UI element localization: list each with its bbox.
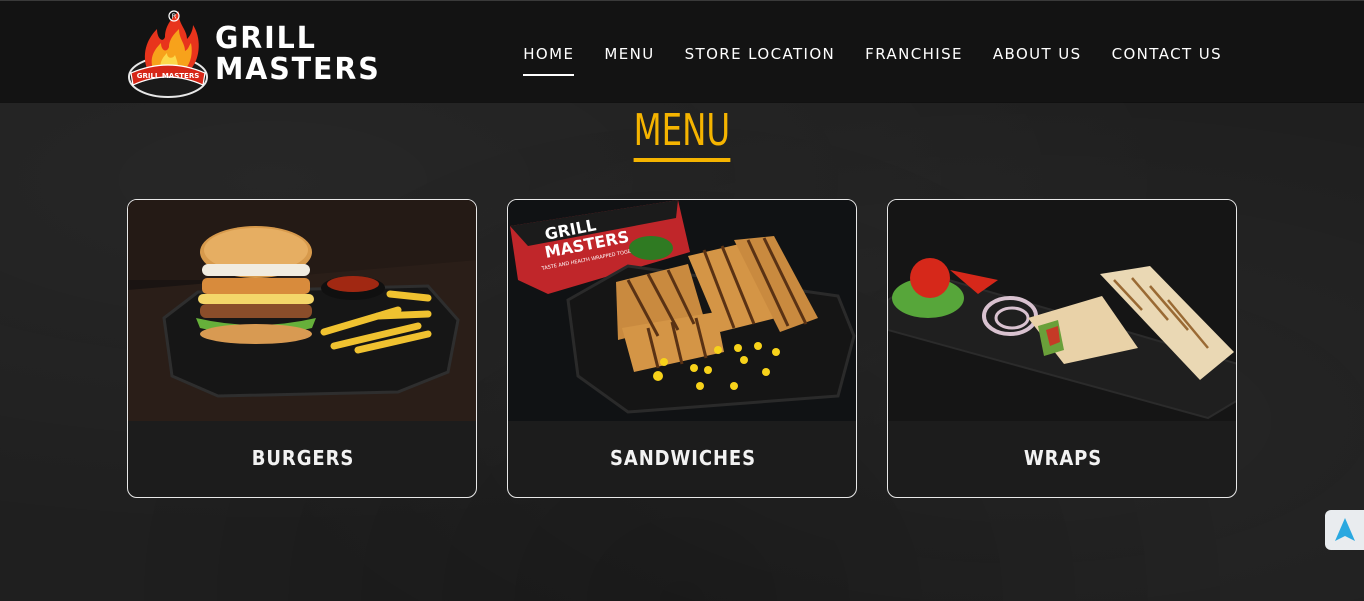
emblem-text: GRILL MASTERS [137, 72, 200, 80]
flame-logo-icon: GRILL MASTERS R [128, 10, 208, 98]
nav-franchise[interactable]: FRANCHISE [865, 45, 963, 75]
sandwich-image: GRILL MASTERS TASTE AND HEALTH WRAPPED T… [508, 200, 856, 421]
scroll-top-button[interactable] [1325, 510, 1364, 550]
main-nav: HOME MENU STORE LOCATION FRANCHISE ABOUT… [493, 45, 1222, 76]
brand-name-line1: GRILL [215, 21, 317, 56]
section-title: MENU [0, 106, 1364, 162]
menu-card-label: BURGERS [251, 446, 355, 470]
menu-card-sandwiches[interactable]: GRILL MASTERS TASTE AND HEALTH WRAPPED T… [507, 199, 857, 498]
reg-mark: R [172, 13, 177, 21]
nav-home[interactable]: HOME [523, 45, 575, 76]
brand-name-line2: MASTERS [215, 52, 381, 87]
arrow-up-icon [1335, 518, 1355, 541]
nav-store-location[interactable]: STORE LOCATION [685, 45, 836, 75]
brand-name: GRILL MASTERS [215, 23, 381, 85]
brand-logo[interactable]: GRILL MASTERS R GRILL MASTERS [127, 7, 379, 99]
header: GRILL MASTERS R GRILL MASTERS HOME MENU … [0, 0, 1364, 102]
wrap-image [888, 200, 1236, 421]
burger-image [128, 200, 476, 421]
nav-menu[interactable]: MENU [604, 45, 654, 75]
nav-contact-us[interactable]: CONTACT US [1112, 45, 1222, 75]
menu-card-label: WRAPS [1023, 446, 1103, 470]
nav-about-us[interactable]: ABOUT US [993, 45, 1082, 75]
menu-card-label: SANDWICHES [610, 446, 756, 470]
section-heading: MENU [633, 106, 731, 162]
menu-card-wraps[interactable]: WRAPS [887, 199, 1237, 498]
menu-card-burgers[interactable]: BURGERS [127, 199, 477, 498]
